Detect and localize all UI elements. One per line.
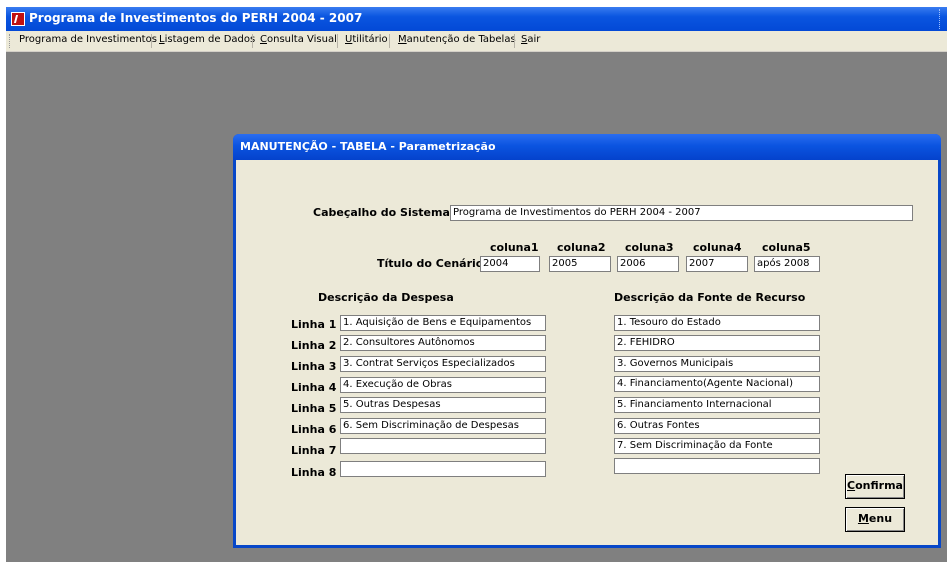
linha-label: Linha 1 [291,318,337,331]
parametrizacao-dialog: MANUTENÇÃO - TABELA - Parametrização Cab… [233,134,941,548]
linha-label: Linha 6 [291,423,337,436]
coluna4-label: coluna4 [693,241,742,254]
coluna1-field[interactable]: 2004 [480,256,540,272]
despesa-field[interactable]: 5. Outras Despesas [340,397,546,413]
coluna3-label: coluna3 [625,241,674,254]
fonte-field[interactable]: 1. Tesouro do Estado [614,315,820,331]
linha-label: Linha 2 [291,339,337,352]
despesa-field[interactable]: 6. Sem Discriminação de Despesas [340,418,546,434]
linha-label: Linha 4 [291,381,337,394]
coluna2-field[interactable]: 2005 [549,256,611,272]
app-titlebar[interactable]: Programa de Investimentos do PERH 2004 -… [6,7,947,31]
dialog-title: MANUTENÇÃO - TABELA - Parametrização [240,140,496,153]
fonte-field[interactable]: 2. FEHIDRO [614,335,820,351]
menu-separator [151,34,152,48]
titulo-cenario-label: Título do Cenário [377,257,484,270]
despesa-field[interactable]: 4. Execução de Obras [340,377,546,393]
menu-utilitario[interactable]: Utilitário [345,34,388,45]
menubar-handle-icon [9,34,11,48]
cabecalho-field[interactable]: Programa de Investimentos do PERH 2004 -… [450,205,913,221]
menu-button[interactable]: Menu [845,507,905,532]
despesa-field[interactable]: 1. Aquisição de Bens e Equipamentos [340,315,546,331]
coluna5-label: coluna5 [762,241,811,254]
linha-label: Linha 7 [291,444,337,457]
fonte-field[interactable]: 6. Outras Fontes [614,418,820,434]
fonte-field[interactable]: 4. Financiamento(Agente Nacional) [614,376,820,392]
menu-consulta-visual[interactable]: Consulta Visual [260,34,337,45]
coluna1-label: coluna1 [490,241,539,254]
despesa-field[interactable]: 2. Consultores Autônomos [340,335,546,351]
despesa-field[interactable]: 3. Contrat Serviços Especializados [340,356,546,372]
linha-label: Linha 5 [291,402,337,415]
confirma-button[interactable]: Confirma [845,474,905,499]
menu-bar: Programa de Investimentos Listagem de Da… [6,31,947,52]
dialog-titlebar[interactable]: MANUTENÇÃO - TABELA - Parametrização [233,134,941,160]
app-window: Programa de Investimentos do PERH 2004 -… [6,7,947,562]
menu-programa-investimentos[interactable]: Programa de Investimentos [19,34,157,45]
fonte-field[interactable]: 5. Financiamento Internacional [614,397,820,413]
linha-label: Linha 3 [291,360,337,373]
menu-manutencao-tabelas[interactable]: Manutenção de Tabelas [398,34,516,45]
despesa-header: Descrição da Despesa [318,291,454,304]
menu-separator [337,34,338,48]
coluna2-label: coluna2 [557,241,606,254]
menu-separator [252,34,253,48]
menu-separator [389,34,390,48]
cabecalho-label: Cabeçalho do Sistema: [313,206,455,219]
app-icon [11,12,25,26]
app-title: Programa de Investimentos do PERH 2004 -… [29,11,363,25]
fonte-field[interactable] [614,458,820,474]
coluna3-field[interactable]: 2006 [617,256,679,272]
fonte-field[interactable]: 7. Sem Discriminação da Fonte [614,438,820,454]
fonte-header: Descrição da Fonte de Recurso [614,291,806,304]
menu-listagem-dados[interactable]: Listagem de Dados [159,34,255,45]
menu-separator [514,34,515,48]
despesa-field[interactable] [340,438,546,454]
linha-label: Linha 8 [291,466,337,479]
coluna4-field[interactable]: 2007 [686,256,748,272]
titlebar-grip [939,9,943,29]
despesa-field[interactable] [340,461,546,477]
dialog-client: Cabeçalho do Sistema: Programa de Invest… [236,160,938,545]
menu-sair[interactable]: Sair [521,34,540,45]
coluna5-field[interactable]: após 2008 [754,256,820,272]
fonte-field[interactable]: 3. Governos Municipais [614,356,820,372]
